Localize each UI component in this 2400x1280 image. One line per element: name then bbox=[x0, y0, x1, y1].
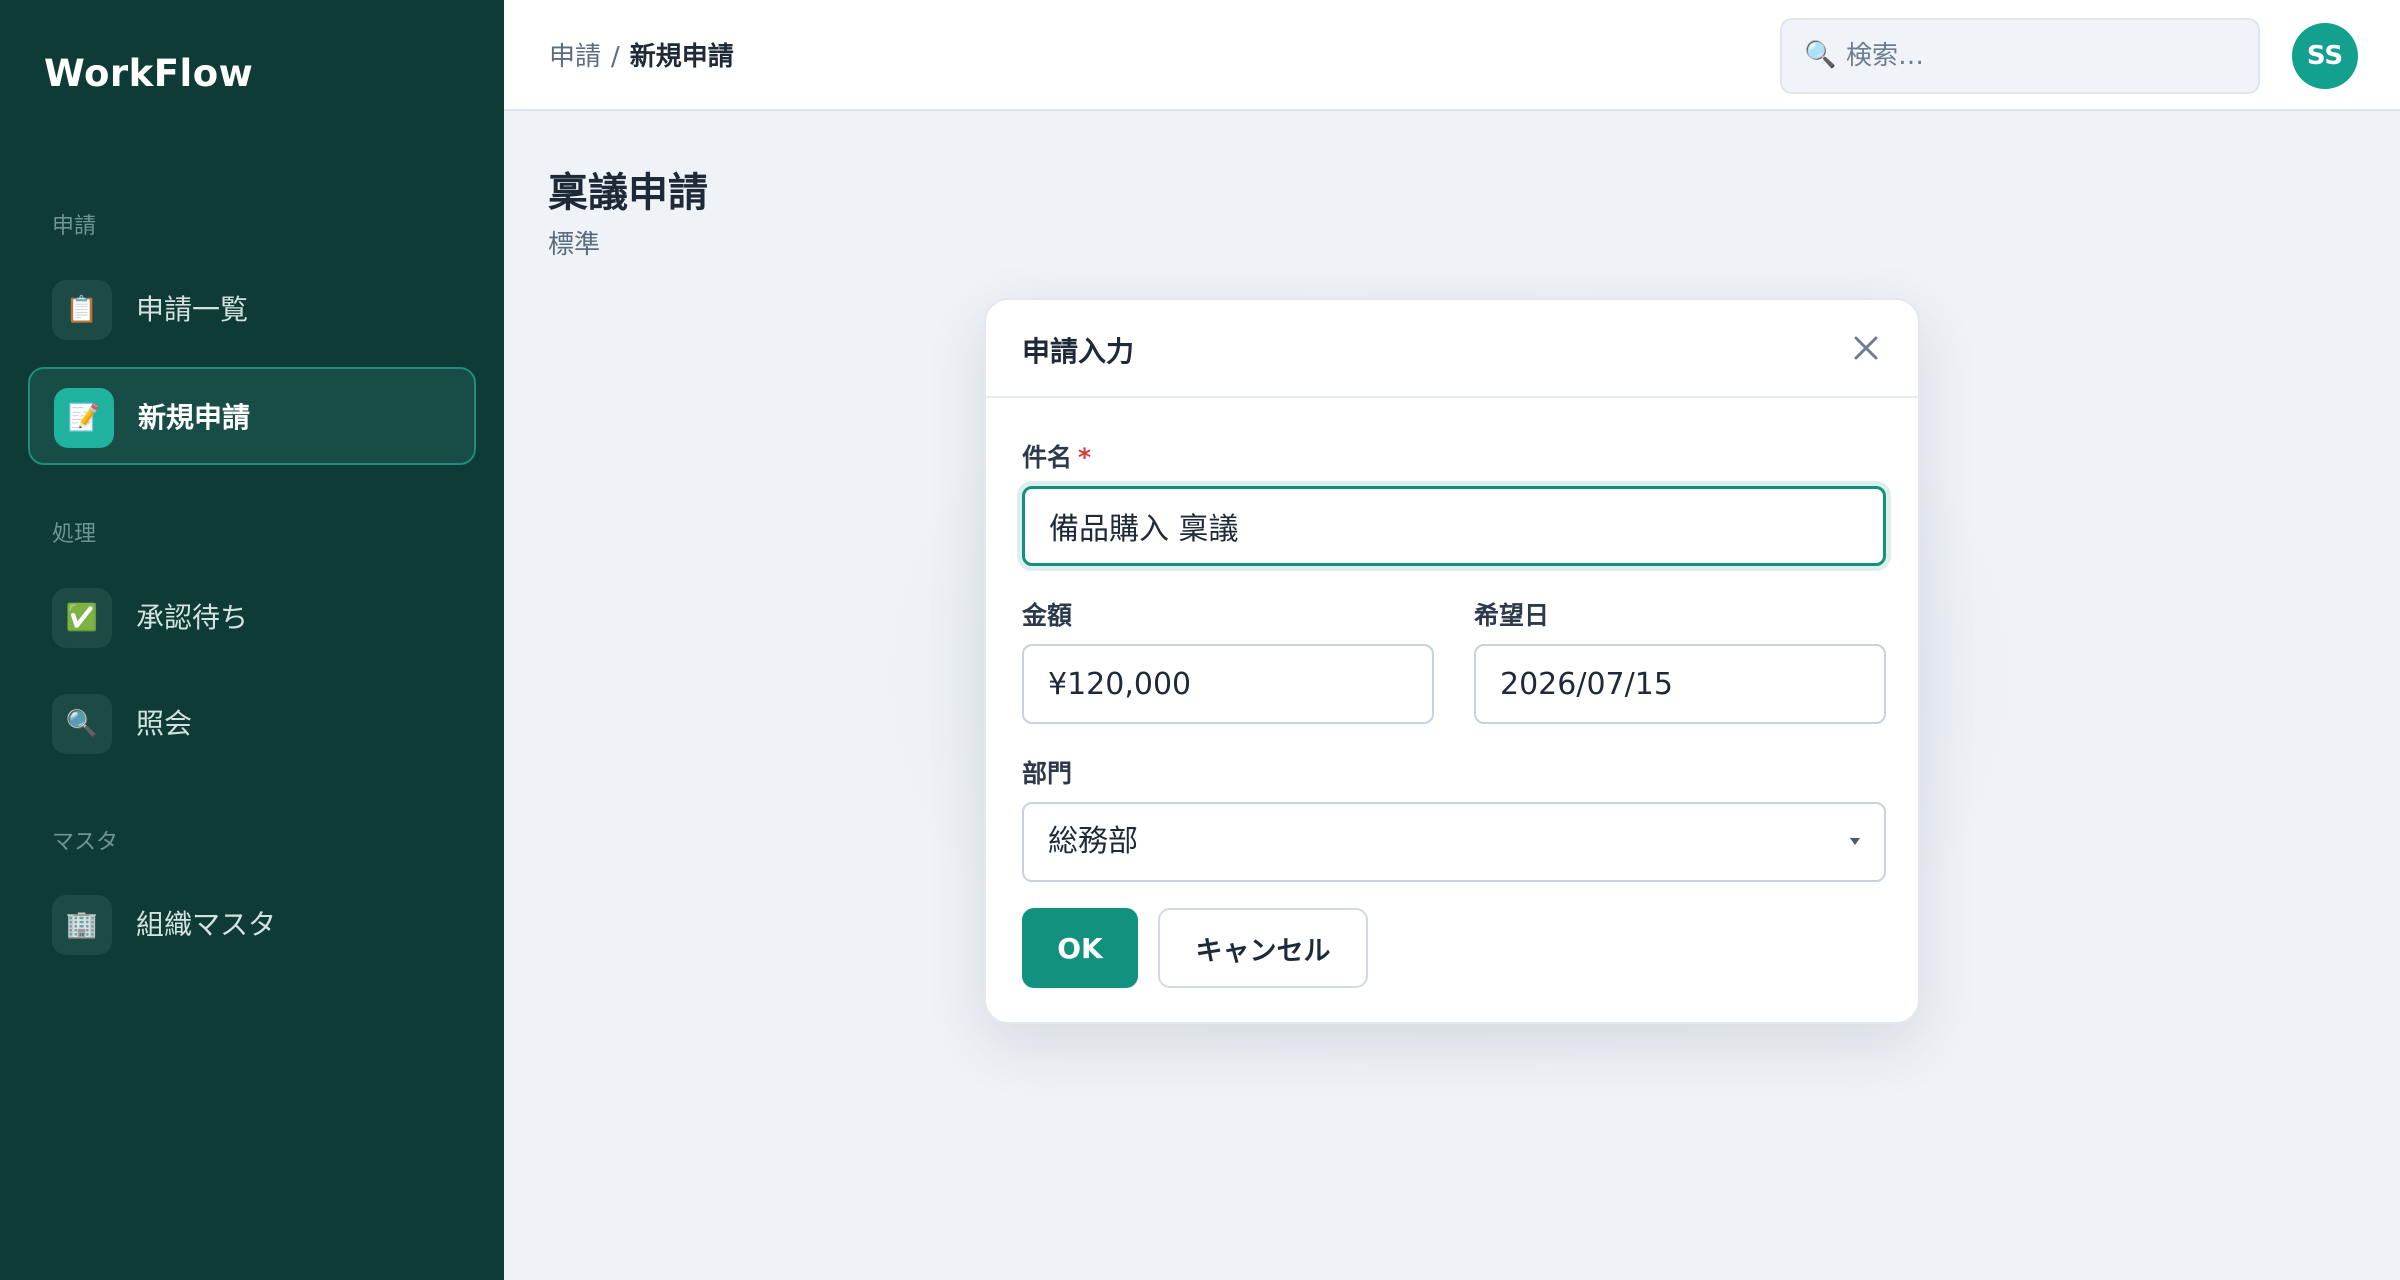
building-icon: 🏢 bbox=[52, 895, 112, 955]
sidebar-item-label: 照会 bbox=[136, 707, 193, 740]
magnifier-icon: 🔍 bbox=[52, 694, 112, 754]
desired-date-label: 希望日 bbox=[1474, 601, 1550, 630]
sidebar-item-label: 申請一覧 bbox=[136, 293, 249, 326]
brand-logo[interactable]: WorkFlow bbox=[44, 52, 253, 95]
sidebar-item-label: 組織マスタ bbox=[136, 908, 277, 941]
department-select[interactable]: 総務部 bbox=[1022, 802, 1886, 882]
amount-input[interactable] bbox=[1022, 644, 1434, 724]
avatar[interactable]: SS bbox=[2292, 23, 2358, 89]
app-root: WorkFlow 申請 📋 申請一覧 📝 新規申請 処理 ✅ 承認待ち 🔍 照会… bbox=[0, 0, 2400, 1280]
ok-button[interactable]: OK bbox=[1022, 908, 1138, 988]
sidebar-item-pending-approval[interactable]: ✅ 承認待ち bbox=[28, 569, 476, 667]
page-subtitle: 標準 bbox=[548, 230, 601, 260]
desired-date-input[interactable] bbox=[1474, 644, 1886, 724]
breadcrumb-current: 新規申請 bbox=[629, 42, 734, 72]
department-label: 部門 bbox=[1022, 759, 1073, 788]
subject-label-text: 件名 bbox=[1022, 443, 1073, 472]
breadcrumb: 申請 / 新規申請 bbox=[549, 36, 734, 73]
subject-input[interactable] bbox=[1022, 486, 1886, 566]
clipboard-icon: 📋 bbox=[52, 280, 112, 340]
application-modal: 申請入力 件名* 金額 希望日 部門 総務部 OK キャンセル bbox=[984, 298, 1920, 1024]
sidebar-item-new-application[interactable]: 📝 新規申請 bbox=[28, 367, 476, 465]
breadcrumb-separator: / bbox=[611, 42, 620, 72]
memo-icon: 📝 bbox=[54, 388, 114, 448]
search-input[interactable] bbox=[1846, 20, 2246, 92]
sidebar-section-processing: 処理 bbox=[52, 522, 97, 547]
cancel-button[interactable]: キャンセル bbox=[1158, 908, 1368, 988]
chevron-down-icon bbox=[1850, 838, 1860, 845]
close-button[interactable] bbox=[1846, 328, 1886, 368]
sidebar-item-organization-master[interactable]: 🏢 組織マスタ bbox=[28, 876, 476, 974]
sidebar-section-application: 申請 bbox=[52, 214, 97, 239]
sidebar-item-label: 新規申請 bbox=[138, 401, 251, 434]
department-select-value[interactable]: 総務部 bbox=[1022, 802, 1886, 882]
sidebar-item-application-list[interactable]: 📋 申請一覧 bbox=[28, 261, 476, 359]
sidebar: WorkFlow 申請 📋 申請一覧 📝 新規申請 処理 ✅ 承認待ち 🔍 照会… bbox=[0, 0, 504, 1280]
close-icon bbox=[1854, 336, 1878, 360]
sidebar-item-label: 承認待ち bbox=[136, 601, 249, 634]
modal-header: 申請入力 bbox=[986, 300, 1918, 398]
check-icon: ✅ bbox=[52, 588, 112, 648]
sidebar-item-inquiry[interactable]: 🔍 照会 bbox=[28, 675, 476, 773]
subject-label: 件名 * bbox=[1022, 438, 1091, 474]
search-icon: 🔍 bbox=[1804, 40, 1837, 70]
sidebar-section-master: マスタ bbox=[52, 830, 119, 855]
search-box[interactable]: 🔍 bbox=[1780, 18, 2260, 94]
amount-label: 金額 bbox=[1022, 601, 1073, 630]
modal-title: 申請入力 bbox=[1022, 335, 1135, 368]
topbar: 申請 / 新規申請 🔍 SS bbox=[504, 0, 2400, 111]
page-title: 稟議申請 bbox=[548, 170, 708, 216]
required-mark: * bbox=[1078, 443, 1092, 472]
breadcrumb-parent[interactable]: 申請 bbox=[549, 42, 601, 72]
